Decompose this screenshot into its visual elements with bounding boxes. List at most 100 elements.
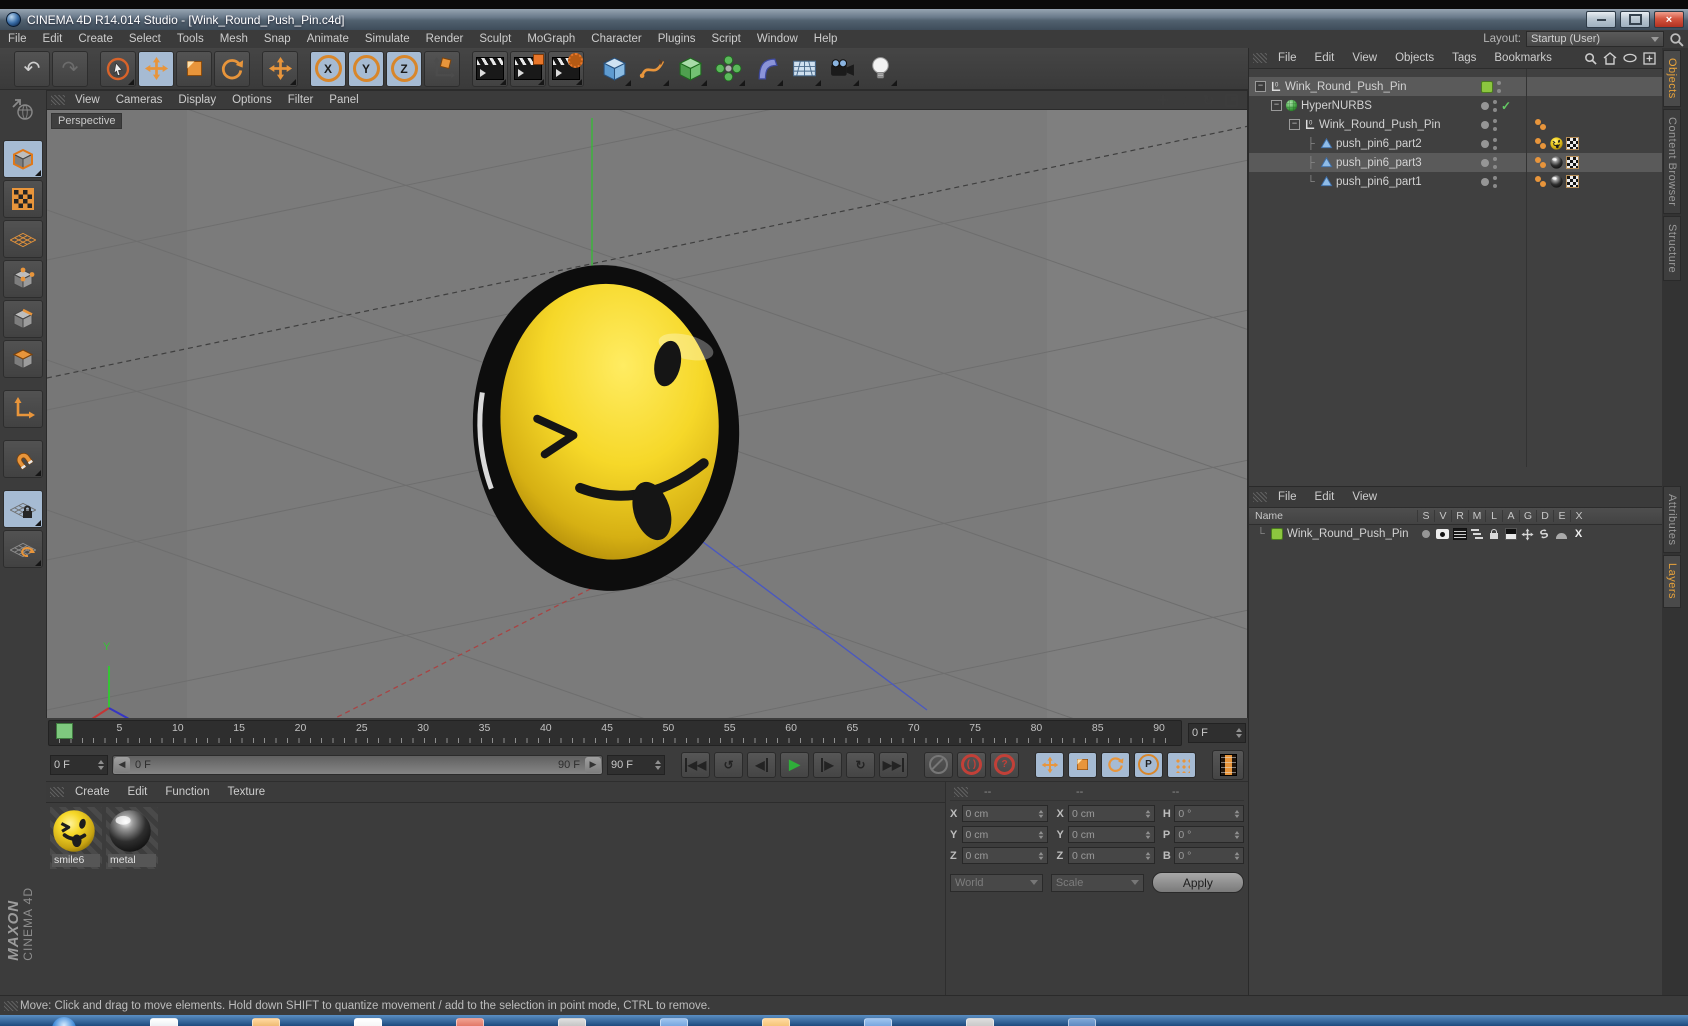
add-array-button[interactable] — [710, 51, 746, 87]
taskbar-item[interactable] — [150, 1018, 178, 1026]
material-menu-create[interactable]: Create — [66, 786, 119, 798]
taskbar-item[interactable] — [1068, 1018, 1096, 1026]
taskbar-item[interactable] — [252, 1018, 280, 1026]
tree-row-wink-child[interactable]: − 0 Wink_Round_Push_Pin — [1249, 115, 1662, 134]
layer-color-chip[interactable] — [1481, 80, 1493, 93]
enable-axis-button[interactable] — [3, 390, 43, 428]
size-y-field[interactable]: 0 cm — [1067, 826, 1155, 843]
lock-icon[interactable] — [1489, 529, 1498, 539]
previous-key-button[interactable]: ↺ — [714, 751, 743, 778]
phong-tag-icon[interactable] — [1534, 175, 1547, 188]
add-floor-button[interactable] — [786, 51, 822, 87]
autokeying-button[interactable]: ( ) — [957, 751, 986, 778]
material-menu-texture[interactable]: Texture — [218, 786, 274, 798]
expressions-icon[interactable] — [1556, 532, 1567, 539]
drag-handle[interactable] — [1253, 492, 1267, 502]
tab-structure[interactable]: Structure — [1663, 216, 1681, 282]
add-box-icon[interactable] — [1643, 51, 1656, 65]
lock-workplane-button[interactable] — [3, 490, 43, 528]
visibility-dots-icon[interactable] — [1493, 175, 1497, 189]
add-deformer-button[interactable] — [748, 51, 784, 87]
menu-create[interactable]: Create — [70, 33, 121, 45]
search-icon[interactable] — [1584, 52, 1597, 65]
phong-tag-icon[interactable] — [1534, 156, 1547, 169]
drag-handle[interactable] — [1253, 53, 1267, 63]
coordinate-system-button[interactable] — [424, 50, 460, 87]
lm-menu-view[interactable]: View — [1343, 491, 1386, 503]
solo-icon[interactable] — [1421, 530, 1430, 538]
menu-tools[interactable]: Tools — [169, 33, 212, 45]
visibility-dots-icon[interactable] — [1493, 99, 1497, 113]
generator-check[interactable]: ✓ — [1501, 99, 1511, 113]
menu-mesh[interactable]: Mesh — [212, 33, 256, 45]
menu-script[interactable]: Script — [703, 33, 748, 45]
title-bar[interactable]: CINEMA 4D R14.014 Studio - [Wink_Round_P… — [0, 9, 1688, 31]
collapse-icon[interactable]: − — [1255, 81, 1266, 92]
tree-row-part1[interactable]: └ push_pin6_part1 — [1249, 172, 1662, 191]
timeline-ruler[interactable]: 0510 152025 303540 455055 606570 758085 … — [48, 720, 1182, 746]
viewport-menu-options[interactable]: Options — [224, 94, 280, 106]
tree-row-hypernurbs[interactable]: − HyperNURBS ✓ — [1249, 96, 1662, 115]
play-button[interactable]: ▶ — [780, 751, 809, 778]
render-to-picture-viewer-button[interactable] — [510, 50, 546, 87]
enable-dot[interactable] — [1481, 177, 1489, 186]
timeline-playhead[interactable] — [56, 723, 73, 739]
viewport-menu-filter[interactable]: Filter — [280, 94, 322, 106]
texture-mode-button[interactable] — [3, 180, 43, 218]
tab-attributes[interactable]: Attributes — [1663, 486, 1681, 554]
viewport-zoom-icon[interactable]: ↓ — [1178, 92, 1193, 108]
metal-material-tag[interactable] — [1550, 175, 1563, 188]
taskbar-item[interactable] — [966, 1018, 994, 1026]
goto-end-button[interactable]: ▶▶ — [879, 751, 908, 778]
animation-icon[interactable] — [1504, 528, 1517, 540]
previous-frame-button[interactable]: ◀ — [747, 751, 776, 778]
menu-sculpt[interactable]: Sculpt — [471, 33, 519, 45]
viewport-canvas[interactable]: Perspective Y X Z — [47, 110, 1247, 719]
metal-material-tag[interactable] — [1550, 156, 1563, 169]
menu-snap[interactable]: Snap — [256, 33, 299, 45]
rotate-tool-button[interactable] — [214, 50, 250, 87]
menu-file[interactable]: File — [0, 33, 35, 45]
add-primitive-button[interactable] — [596, 51, 632, 87]
lock-y-axis-button[interactable]: Y — [348, 50, 384, 87]
scale-tool-button[interactable] — [176, 50, 212, 87]
uvw-tag-icon[interactable] — [1566, 175, 1579, 188]
add-light-button[interactable] — [862, 51, 898, 87]
material-smile6[interactable]: smile6 — [50, 807, 102, 869]
drag-handle[interactable] — [50, 787, 64, 797]
layer-color-chip[interactable] — [1271, 528, 1283, 540]
stepper-icon[interactable] — [655, 757, 661, 773]
record-rotation-button[interactable] — [1101, 751, 1130, 778]
collapse-icon[interactable]: − — [1289, 119, 1300, 130]
apply-button[interactable]: Apply — [1151, 872, 1245, 893]
uvw-tag-icon[interactable] — [1566, 137, 1579, 150]
motion-mode-button[interactable] — [1212, 749, 1244, 780]
taskbar-item[interactable] — [354, 1018, 382, 1026]
add-spline-button[interactable] — [634, 51, 670, 87]
start-orb-icon[interactable] — [52, 1017, 76, 1026]
goto-start-button[interactable]: ◀◀ — [681, 751, 710, 778]
taskbar-item[interactable] — [456, 1018, 484, 1026]
frame-range-slider[interactable]: ◀ 0 F 90 F ▶ — [112, 754, 603, 775]
timeline-frame-field[interactable]: 0 F — [1188, 723, 1246, 743]
viewport-menu-cameras[interactable]: Cameras — [108, 94, 171, 106]
taskbar-item[interactable] — [864, 1018, 892, 1026]
add-hypernurbs-button[interactable] — [672, 51, 708, 87]
maximize-button[interactable] — [1620, 11, 1650, 28]
lock-z-axis-button[interactable]: Z — [386, 50, 422, 87]
uvw-tag-icon[interactable] — [1566, 156, 1579, 169]
tree-row-part2[interactable]: ├ push_pin6_part2 — [1249, 134, 1662, 153]
edges-mode-button[interactable] — [3, 300, 43, 338]
next-frame-button[interactable]: ▶ — [813, 751, 842, 778]
tree-row-part3[interactable]: ├ push_pin6_part3 — [1249, 153, 1662, 172]
render-icon[interactable] — [1452, 528, 1467, 540]
size-z-field[interactable]: 0 cm — [1067, 847, 1155, 864]
record-position-button[interactable] — [1035, 751, 1064, 778]
material-menu-function[interactable]: Function — [156, 786, 218, 798]
menu-animate[interactable]: Animate — [299, 33, 357, 45]
stepper-icon[interactable] — [98, 757, 104, 773]
rot-b-field[interactable]: 0 ° — [1174, 847, 1244, 864]
view-icon[interactable] — [1436, 529, 1449, 539]
keyframe-selection-button[interactable]: ? — [990, 751, 1019, 778]
tree-row-wink-root[interactable]: − 0 Wink_Round_Push_Pin — [1249, 77, 1662, 96]
